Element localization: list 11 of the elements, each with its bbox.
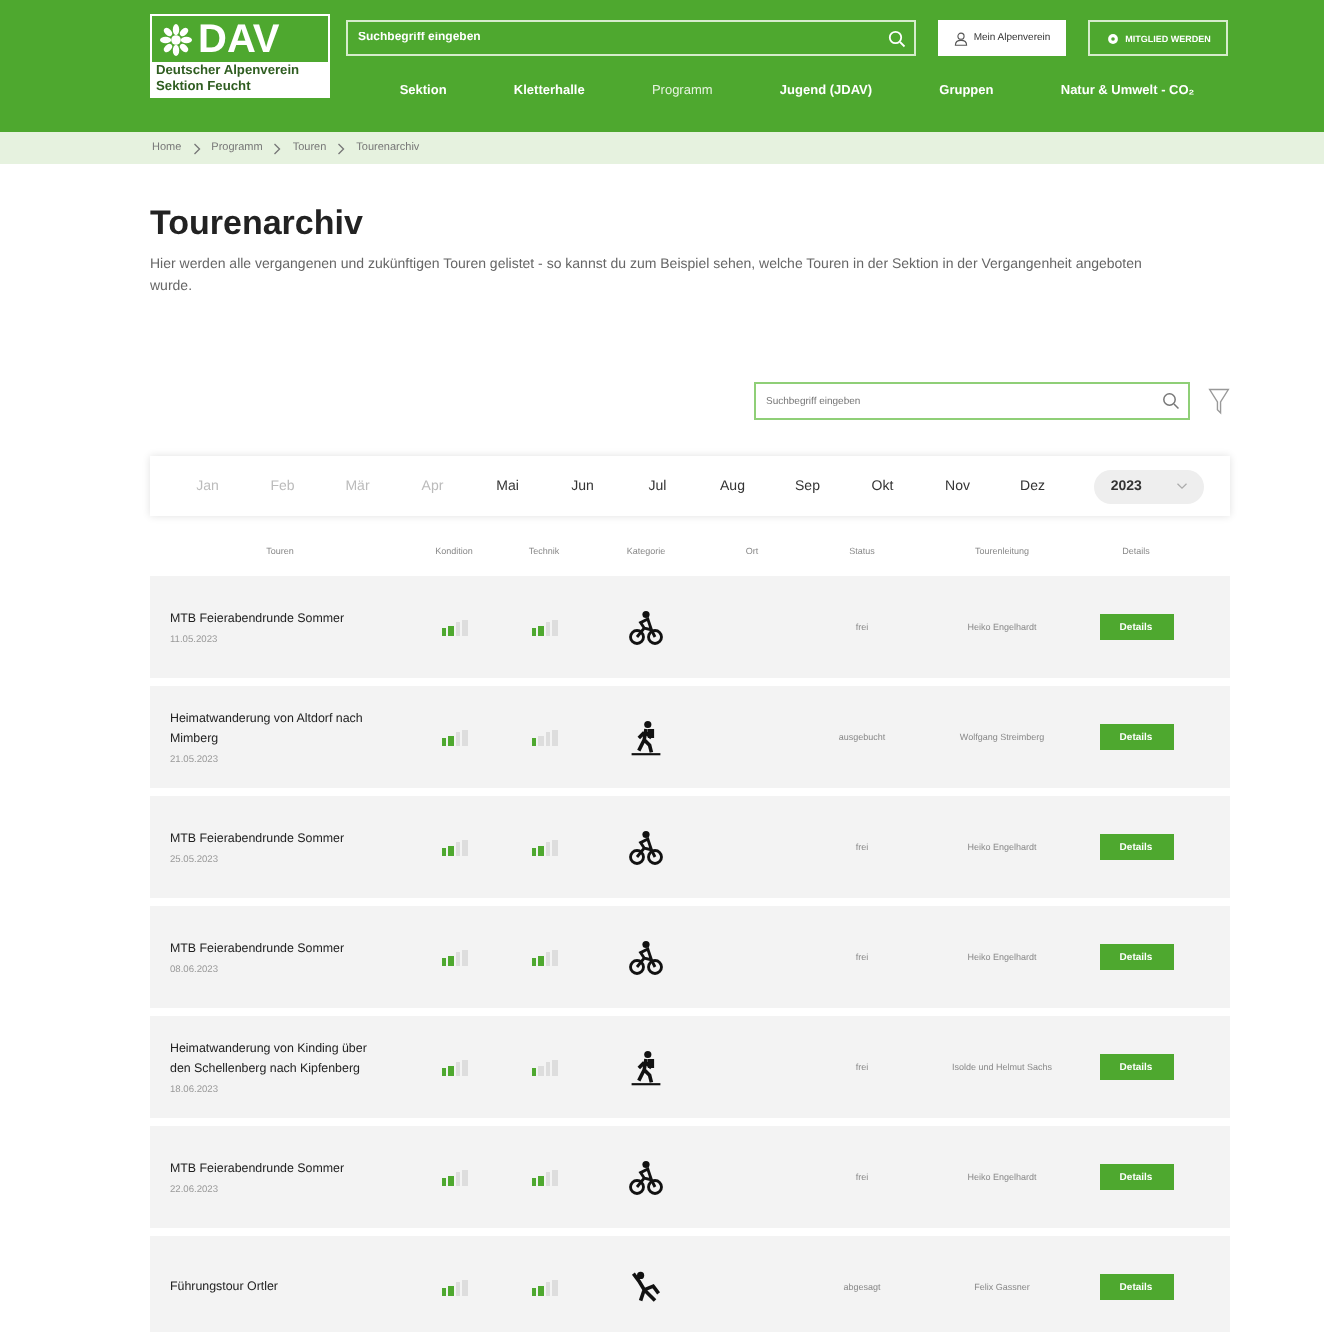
page-title: Tourenarchiv — [150, 204, 365, 244]
filter-icon[interactable] — [1208, 387, 1230, 415]
chevron-icon — [191, 141, 202, 155]
caret-icon — [1175, 482, 1188, 490]
user-icon — [953, 31, 968, 45]
search-icon[interactable] — [888, 29, 906, 47]
search-icon[interactable] — [1162, 392, 1180, 410]
chevron-icon — [272, 141, 283, 155]
logo-mark: DAV — [198, 19, 280, 59]
edelweiss-icon — [160, 23, 192, 55]
chevron-icon — [336, 141, 347, 155]
